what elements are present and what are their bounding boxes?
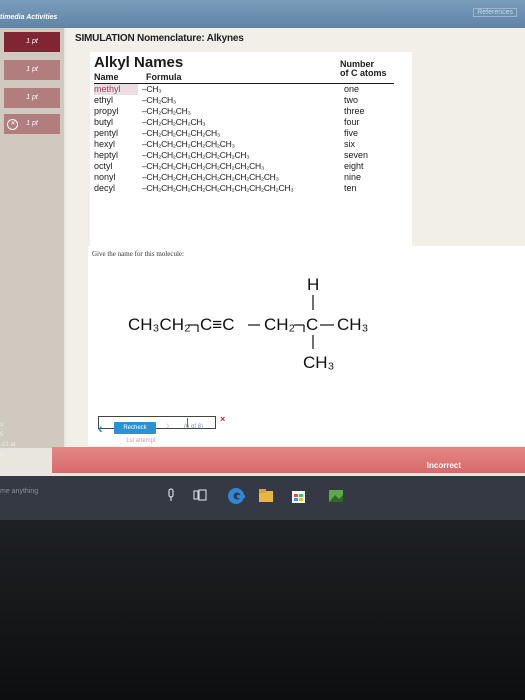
row-formula: –CH₂CH₂CH₂CH₂CH₂CH₃: [142, 139, 235, 149]
row-name: hexyl: [94, 139, 116, 149]
row-count: eight: [344, 161, 364, 171]
row-count: ten: [344, 183, 357, 193]
page-title: SIMULATION Nomenclature: Alkynes: [75, 33, 244, 44]
incorrect-label: Incorrect: [426, 461, 461, 470]
taskbar-search[interactable]: me anything: [0, 488, 38, 495]
table-row: nonyl –CH₂CH₂CH₂CH₂CH₂CH₂CH₂CH₂CH₃ nine: [94, 172, 408, 183]
table-row: methyl –CH₃ one: [94, 84, 408, 95]
background-surface: [0, 520, 525, 700]
top-hydrogen-label: H: [307, 275, 319, 294]
taskbar: me anything: [0, 476, 525, 520]
sidebar-item-points-1[interactable]: 1 pt: [4, 32, 60, 52]
row-formula: –CH₂CH₃: [142, 95, 176, 105]
name-column-header: Name: [94, 72, 119, 82]
app-name: timedia Activities: [0, 14, 58, 21]
table-row: decyl –CH₂CH₂CH₂CH₂CH₂CH₂CH₂CH₂CH₂CH₃ te…: [94, 183, 408, 194]
row-count: three: [344, 106, 365, 116]
left-chain-label: CH₃CH₂: [128, 315, 191, 334]
row-count: four: [344, 117, 360, 127]
row-name: butyl: [94, 117, 114, 127]
row-count: one: [344, 84, 360, 94]
bottom-methyl-label: CH₃: [303, 353, 334, 372]
row-formula: –CH₂CH₂CH₃: [142, 106, 191, 116]
row-name: nonyl: [94, 172, 116, 182]
sidebar-item-points-2[interactable]: 1 pt: [4, 60, 60, 80]
row-name: octyl: [94, 161, 113, 171]
sidebar-footnote-4: M: [0, 452, 5, 458]
file-explorer-icon[interactable]: [256, 486, 276, 504]
sidebar: 1 pt 1 pt 1 pt ✕ 1 pt s: 5 -21 at M: [0, 28, 64, 458]
edge-icon[interactable]: [226, 486, 246, 504]
sidebar-footnote-3: -21 at: [0, 442, 16, 448]
microphone-icon[interactable]: [164, 486, 178, 504]
table-row: ethyl –CH₂CH₃ two: [94, 95, 408, 106]
center-carbon-label: C: [306, 315, 318, 334]
points-label: 1 pt: [26, 38, 38, 45]
row-formula: –CH₂CH₂CH₂CH₂CH₂CH₂CH₃: [142, 150, 250, 160]
row-formula: –CH₂CH₂CH₂CH₂CH₂CH₂CH₂CH₂CH₂CH₃: [142, 183, 294, 193]
row-name: heptyl: [94, 150, 119, 160]
points-label: 1 pt: [26, 66, 38, 73]
incorrect-banner: Incorrect: [52, 447, 525, 473]
question-panel: Give the name for this molecule: CH₃CH₂ …: [88, 246, 525, 446]
points-label: 1 pt: [26, 94, 38, 101]
count-header-line-2: of C atoms: [340, 68, 387, 78]
sidebar-item-points-3[interactable]: 1 pt: [4, 88, 60, 108]
triple-bond-label: C≡C: [200, 315, 234, 334]
table-row: propyl –CH₂CH₂CH₃ three: [94, 106, 408, 117]
row-name: ethyl: [94, 95, 114, 105]
row-formula: –CH₂CH₂CH₂CH₂CH₂CH₂CH₂CH₃: [142, 161, 265, 171]
row-name: pentyl: [94, 128, 119, 138]
formula-column-header: Formula: [146, 72, 182, 82]
row-count: six: [344, 139, 355, 149]
window-topbar: timedia Activities References: [0, 0, 525, 28]
table-row: hexyl –CH₂CH₂CH₂CH₂CH₂CH₃ six: [94, 139, 408, 150]
attempt-label: 1st attempt: [126, 438, 156, 444]
screen: timedia Activities References 1 pt 1 pt …: [0, 0, 525, 520]
row-formula: –CH₃: [142, 84, 162, 94]
sidebar-item-points-4[interactable]: ✕ 1 pt: [4, 114, 60, 134]
row-name: propyl: [94, 106, 119, 116]
row-name: decyl: [94, 183, 116, 193]
table-row: butyl –CH₂CH₂CH₂CH₃ four: [94, 117, 408, 128]
question-counter: (6 of 8): [184, 424, 204, 430]
references-button[interactable]: References: [473, 8, 517, 17]
row-name: methyl: [94, 84, 138, 95]
table-row: octyl –CH₂CH₂CH₂CH₂CH₂CH₂CH₂CH₃ eight: [94, 161, 408, 172]
row-count: five: [344, 128, 359, 138]
previous-button[interactable]: ‹: [98, 420, 103, 436]
recheck-button[interactable]: Recheck: [114, 422, 156, 434]
sidebar-footnote-2: 5: [0, 432, 4, 438]
ch2-label: CH₂: [264, 315, 295, 334]
next-button[interactable]: ›: [166, 420, 170, 432]
main-panel: SIMULATION Nomenclature: Alkynes Alkyl N…: [66, 28, 525, 452]
row-formula: –CH₂CH₂CH₂CH₃: [142, 117, 206, 127]
row-count: nine: [344, 172, 362, 182]
store-icon[interactable]: [288, 486, 308, 504]
row-formula: –CH₂CH₂CH₂CH₂CH₂CH₂CH₂CH₂CH₃: [142, 172, 279, 182]
table-row: heptyl –CH₂CH₂CH₂CH₂CH₂CH₂CH₃ seven: [94, 150, 408, 161]
x-circle-icon: ✕: [7, 119, 18, 130]
sidebar-footnote-1: s:: [0, 422, 5, 428]
alkyl-names-table: Alkyl Names Name Formula Number of C ato…: [90, 52, 412, 254]
row-formula: –CH₂CH₂CH₂CH₂CH₃: [142, 128, 220, 138]
row-count: seven: [344, 150, 369, 160]
table-heading: Alkyl Names: [94, 54, 184, 71]
table-row: pentyl –CH₂CH₂CH₂CH₂CH₃ five: [94, 128, 408, 139]
task-view-icon[interactable]: [192, 486, 208, 504]
count-column-header: Number of C atoms: [340, 60, 387, 78]
points-label: 1 pt: [26, 120, 38, 127]
molecule-structure: CH₃CH₂ C≡C CH₂ C CH₃ H CH₃: [128, 275, 368, 372]
photos-icon[interactable]: [326, 486, 346, 504]
row-count: two: [344, 95, 359, 105]
right-methyl-label: CH₃: [337, 315, 368, 334]
